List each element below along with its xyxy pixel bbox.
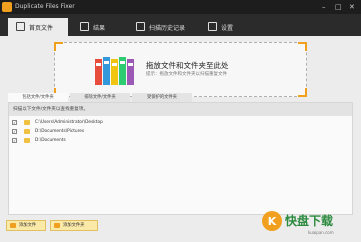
sub-tab-bar: 包括文件/文件夹 排除文件/文件夹 受保护的文件夹 [8, 93, 353, 102]
add-files-button[interactable]: 添加文件 [6, 220, 46, 231]
svg-text:K: K [268, 215, 277, 228]
add-file-icon [10, 223, 16, 228]
close-button[interactable]: ✕ [349, 2, 355, 12]
folder-icon [24, 120, 30, 125]
subtab-include[interactable]: 包括文件/文件夹 [8, 93, 68, 102]
home-icon [16, 22, 25, 31]
tab-results[interactable]: 结果 [72, 18, 132, 36]
folder-icon [24, 129, 30, 134]
tab-home[interactable]: 首页文件 [8, 18, 68, 36]
history-icon [136, 22, 145, 31]
watermark-logo: K 快盘下载 kuaipan.com [262, 211, 334, 235]
list-item[interactable]: ✓ D:\Documents\Pictures [9, 128, 352, 136]
watermark-domain: kuaipan.com [308, 230, 334, 235]
item-checkbox[interactable]: ✓ [12, 120, 17, 125]
add-folder-icon [54, 223, 60, 228]
folder-list-panel: 扫描以下文件/文件夹以查找重复项。 ✓ C:\Users\Administrat… [8, 102, 353, 215]
folder-list-header: 扫描以下文件/文件夹以查找重复项。 [9, 103, 352, 116]
minimize-button[interactable]: – [322, 2, 326, 12]
item-path: D:\Documents\Pictures [35, 129, 85, 134]
folder-icon [24, 138, 30, 143]
maximize-button[interactable]: □ [335, 2, 342, 12]
drop-zone[interactable]: 拖放文件和文件夹至此处 提示：拖放文件和文件夹以扫描重复文件 [54, 42, 307, 97]
gear-icon [208, 22, 217, 31]
tab-home-label: 首页文件 [29, 25, 54, 32]
binders-icon [95, 57, 134, 85]
tab-scan-history[interactable]: 扫描历史记录 [128, 18, 200, 36]
add-files-label: 添加文件 [19, 223, 37, 228]
list-item[interactable]: ✓ D:\Documents [9, 137, 352, 145]
drop-corner [54, 42, 63, 51]
subtab-protected[interactable]: 受保护的文件夹 [132, 93, 192, 102]
window-title: Duplicate Files Fixer [15, 3, 75, 10]
title-bar: Duplicate Files Fixer – □ ✕ [0, 0, 361, 14]
item-path: C:\Users\Administrator\Desktop [35, 120, 103, 125]
add-folder-label: 添加文件夹 [63, 223, 85, 228]
watermark-brand: 快盘下载 [285, 213, 333, 228]
tab-scan-history-label: 扫描历史记录 [149, 25, 186, 32]
item-checkbox[interactable]: ✓ [12, 138, 17, 143]
tab-settings-label: 设置 [221, 25, 234, 32]
results-icon [80, 22, 89, 31]
app-logo-icon [2, 2, 12, 12]
list-item[interactable]: ✓ C:\Users\Administrator\Desktop [9, 119, 352, 127]
drop-zone-hint: 提示：拖放文件和文件夹以扫描重复文件 [146, 72, 227, 77]
drop-corner [298, 42, 307, 51]
tab-results-label: 结果 [93, 25, 106, 32]
item-path: D:\Documents [35, 138, 66, 143]
subtab-exclude[interactable]: 排除文件/文件夹 [70, 93, 130, 102]
add-folder-button[interactable]: 添加文件夹 [50, 220, 98, 231]
item-checkbox[interactable]: ✓ [12, 129, 17, 134]
drop-zone-title: 拖放文件和文件夹至此处 [146, 61, 229, 70]
tab-settings[interactable]: 设置 [200, 18, 260, 36]
main-tab-bar: 首页文件 结果 扫描历史记录 设置 [0, 14, 361, 36]
